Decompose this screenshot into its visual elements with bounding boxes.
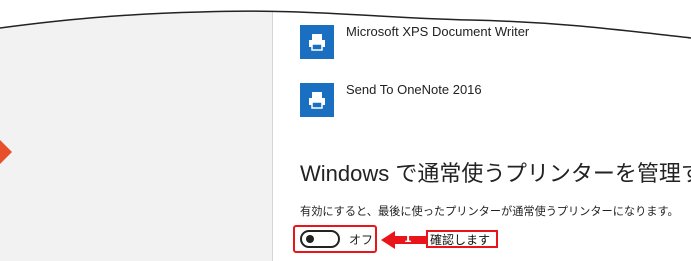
printer-icon bbox=[300, 83, 334, 117]
settings-window: Microsoft XPS Document Writer Send To On… bbox=[0, 0, 691, 261]
default-printer-toggle[interactable] bbox=[300, 230, 340, 248]
section-title: Windows で通常使うプリンターを管理する bbox=[300, 161, 691, 186]
section-description: 有効にすると、最後に使ったプリンターが通常使うプリンターになります。 bbox=[300, 205, 679, 218]
toggle-knob bbox=[306, 235, 314, 243]
callout-number: 1 bbox=[404, 232, 412, 245]
callout-text: 確認します bbox=[430, 233, 491, 247]
left-pointer-arrow bbox=[0, 140, 12, 164]
printer-name: Send To OneNote 2016 bbox=[346, 82, 482, 97]
printer-name: Microsoft XPS Document Writer bbox=[346, 24, 530, 39]
toggle-state-label: オフ bbox=[349, 233, 374, 247]
printer-icon bbox=[300, 25, 334, 59]
